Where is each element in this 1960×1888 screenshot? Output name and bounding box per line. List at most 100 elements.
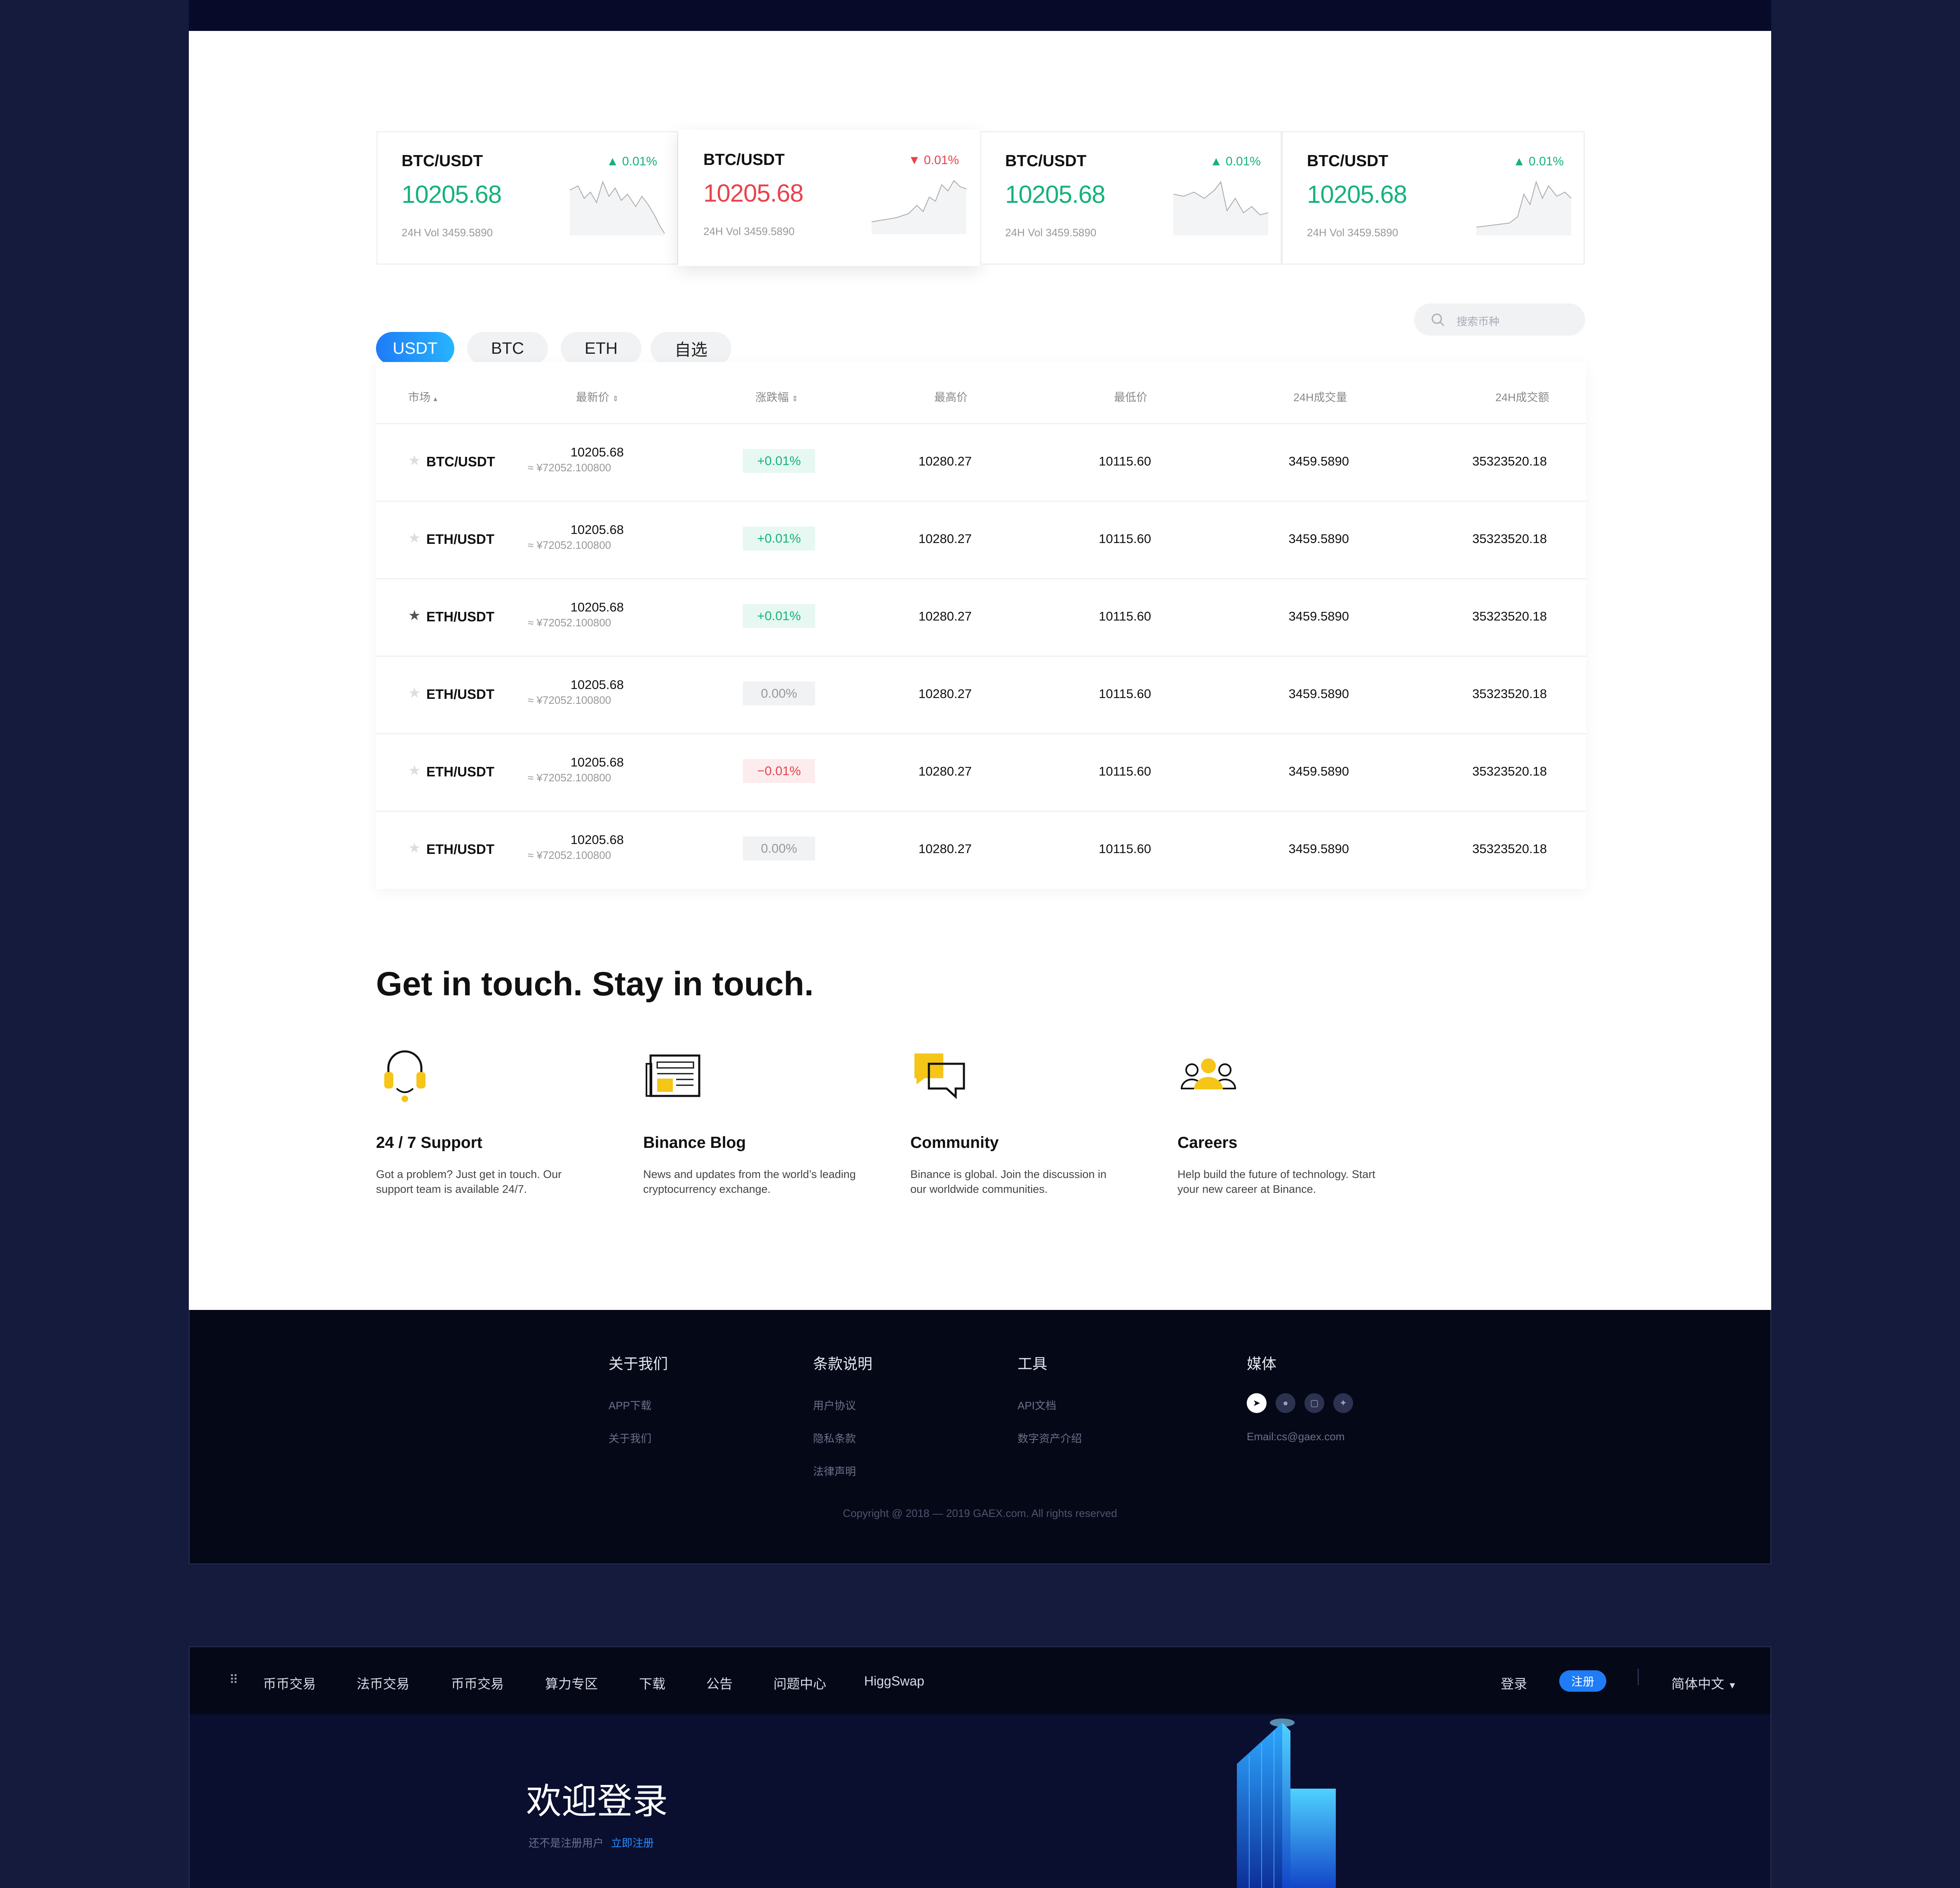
- feature-description: News and updates from the world’s leadin…: [643, 1168, 856, 1195]
- ticker-volume: 24H Vol 3459.5890: [1005, 226, 1097, 239]
- table-row[interactable]: ★ ETH/USDT 10205.68 ≈ ¥72052.100800 +0.0…: [376, 501, 1586, 578]
- contact-heading: Get in touch. Stay in touch.: [376, 965, 814, 1003]
- square-icon[interactable]: ▢: [1304, 1393, 1324, 1413]
- ticker-pair: BTC/USDT: [402, 152, 483, 170]
- nav-item[interactable]: 算力专区: [545, 1674, 598, 1693]
- row-amount: 35323520.18: [1472, 454, 1547, 468]
- row-pair: ETH/USDT: [426, 687, 494, 702]
- ticker-change: ▲ 0.01%: [1513, 155, 1564, 168]
- feature-title: Community: [910, 1134, 999, 1152]
- table-row[interactable]: ★ ETH/USDT 10205.68 ≈ ¥72052.100800 0.00…: [376, 656, 1586, 733]
- footer-link[interactable]: 数字资产介绍: [1018, 1430, 1082, 1446]
- row-volume: 3459.5890: [1288, 842, 1349, 856]
- row-high: 10280.27: [918, 842, 972, 856]
- register-prompt: 还不是注册用户 立即注册: [529, 1837, 654, 1849]
- row-low: 10115.60: [1099, 531, 1151, 546]
- ticker-card[interactable]: BTC/USDT 10205.68 24H Vol 3459.5890 ▲ 0.…: [376, 131, 678, 265]
- star-icon[interactable]: ★: [408, 530, 421, 546]
- star-icon[interactable]: ★: [408, 607, 421, 624]
- up-arrow-icon: ▲: [1513, 155, 1529, 168]
- nav-item[interactable]: HiggSwap: [864, 1674, 924, 1689]
- newspaper-icon: [646, 1054, 700, 1097]
- nav-item[interactable]: 下载: [639, 1674, 665, 1693]
- twitter-icon[interactable]: ✦: [1333, 1393, 1353, 1413]
- row-low: 10115.60: [1099, 609, 1151, 623]
- footer-email[interactable]: Email:cs@gaex.com: [1247, 1430, 1344, 1443]
- feature-description: Help build the future of technology. Sta…: [1177, 1168, 1375, 1195]
- people-icon: [1180, 1058, 1236, 1089]
- login-link[interactable]: 登录: [1501, 1674, 1527, 1693]
- top-bar: [189, 0, 1771, 31]
- row-amount: 35323520.18: [1472, 687, 1547, 701]
- star-icon[interactable]: ★: [408, 452, 421, 469]
- table-row[interactable]: ★ ETH/USDT 10205.68 ≈ ¥72052.100800 +0.0…: [376, 578, 1586, 656]
- column-header: 最高价: [934, 391, 968, 404]
- table-row[interactable]: ★ BTC/USDT 10205.68 ≈ ¥72052.100800 +0.0…: [376, 423, 1586, 501]
- row-pair: ETH/USDT: [426, 609, 494, 624]
- wechat-icon[interactable]: ●: [1276, 1393, 1295, 1413]
- footer-link[interactable]: 隐私条款: [813, 1430, 856, 1446]
- sort-icon: ▴: [433, 395, 437, 403]
- column-header[interactable]: 最新价 ⇕: [576, 388, 619, 404]
- tab-usdt[interactable]: USDT: [376, 332, 454, 365]
- ticker-card[interactable]: BTC/USDT 10205.68 24H Vol 3459.5890 ▲ 0.…: [1282, 131, 1585, 265]
- ticker-card[interactable]: BTC/USDT 10205.68 24H Vol 3459.5890 ▲ 0.…: [980, 131, 1282, 265]
- footer-link[interactable]: API文档: [1018, 1397, 1056, 1413]
- nav-item[interactable]: 法币交易: [357, 1674, 409, 1693]
- row-last-price: 10205.68: [570, 522, 624, 537]
- ticker-price: 10205.68: [402, 181, 502, 208]
- change-badge: 0.00%: [743, 837, 815, 861]
- row-pair: ETH/USDT: [426, 531, 494, 547]
- ticker-change: ▲ 0.01%: [606, 155, 657, 168]
- chat-bubbles-icon: [914, 1053, 965, 1099]
- sparkline-chart: [1173, 181, 1268, 235]
- telegram-icon[interactable]: ➤: [1247, 1393, 1267, 1413]
- ticker-volume: 24H Vol 3459.5890: [402, 226, 493, 239]
- footer-col-title: 关于我们: [609, 1355, 668, 1372]
- row-cny-price: ≈ ¥72052.100800: [528, 771, 611, 784]
- change-badge: 0.00%: [743, 682, 815, 705]
- top-nav: ⠿ 币币交易 法币交易 币币交易 算力专区 下载 公告 问题中心 HiggSwa…: [189, 1646, 1771, 1714]
- row-volume: 3459.5890: [1288, 531, 1349, 546]
- star-icon[interactable]: ★: [408, 685, 421, 701]
- change-badge: −0.01%: [743, 759, 815, 783]
- sort-icon: ⇕: [612, 395, 619, 403]
- footer-link[interactable]: 关于我们: [609, 1430, 651, 1446]
- row-amount: 35323520.18: [1472, 609, 1547, 623]
- table-row[interactable]: ★ ETH/USDT 10205.68 ≈ ¥72052.100800 0.00…: [376, 811, 1586, 888]
- ticker-change: ▼ 0.01%: [908, 153, 959, 167]
- nav-item[interactable]: 币币交易: [263, 1674, 316, 1693]
- nav-divider: [1638, 1669, 1639, 1685]
- ticker-price: 10205.68: [1307, 181, 1407, 208]
- grid-menu-icon[interactable]: ⠿: [229, 1673, 238, 1687]
- tab-eth[interactable]: ETH: [561, 332, 642, 365]
- footer: 关于我们 APP下载 关于我们 条款说明 用户协议 隐私条款 法律声明 工具 A…: [189, 1310, 1771, 1564]
- sort-icon: ⇕: [792, 395, 798, 403]
- star-icon[interactable]: ★: [408, 762, 421, 779]
- nav-item[interactable]: 公告: [706, 1674, 733, 1693]
- search-input[interactable]: 搜索币种: [1414, 303, 1585, 336]
- nav-item[interactable]: 问题中心: [773, 1674, 826, 1693]
- row-pair: BTC/USDT: [426, 454, 495, 469]
- tab-favorites[interactable]: 自选: [651, 332, 731, 365]
- footer-link[interactable]: APP下载: [609, 1397, 651, 1413]
- sparkline-chart: [872, 180, 966, 234]
- star-icon[interactable]: ★: [408, 840, 421, 856]
- footer-link[interactable]: 用户协议: [813, 1397, 856, 1413]
- ticker-card[interactable]: BTC/USDT 10205.68 24H Vol 3459.5890 ▼ 0.…: [678, 130, 980, 266]
- ticker-pair: BTC/USDT: [1005, 152, 1087, 170]
- ticker-volume: 24H Vol 3459.5890: [703, 225, 795, 237]
- row-pair: ETH/USDT: [426, 764, 494, 779]
- table-row[interactable]: ★ ETH/USDT 10205.68 ≈ ¥72052.100800 −0.0…: [376, 733, 1586, 811]
- row-cny-price: ≈ ¥72052.100800: [528, 461, 611, 474]
- tab-btc[interactable]: BTC: [467, 332, 548, 365]
- row-high: 10280.27: [918, 687, 972, 701]
- column-header[interactable]: 涨跌幅 ⇕: [755, 388, 798, 404]
- language-select[interactable]: 简体中文 ▼: [1671, 1674, 1737, 1693]
- register-button[interactable]: 注册: [1559, 1670, 1606, 1692]
- up-arrow-icon: ▲: [1210, 155, 1226, 168]
- column-header[interactable]: 市场 ▴: [408, 388, 437, 404]
- register-now-link[interactable]: 立即注册: [611, 1837, 654, 1849]
- footer-link[interactable]: 法律声明: [813, 1463, 856, 1479]
- nav-item[interactable]: 币币交易: [451, 1674, 504, 1693]
